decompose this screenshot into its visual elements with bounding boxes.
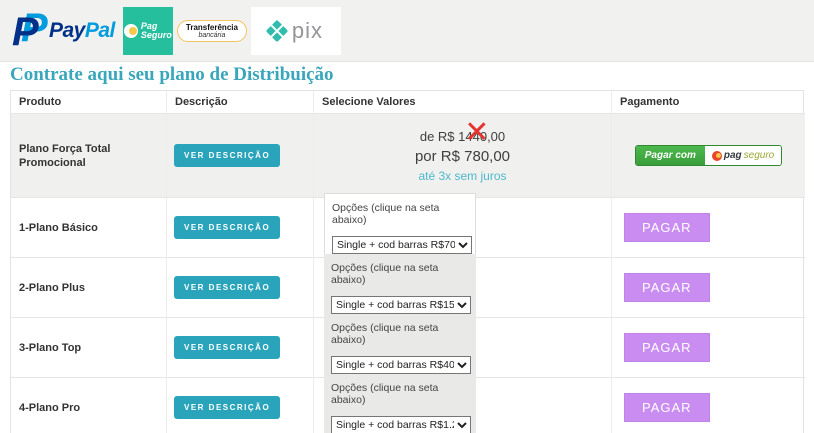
column-header-produto: Produto	[11, 91, 166, 113]
table-row-product: 3-Plano Top	[11, 317, 166, 377]
installments-note: até 3x sem juros	[418, 169, 506, 183]
options-label: Opções (clique na seta abaixo)	[331, 262, 469, 286]
table-row-payment: PAGAR	[611, 377, 805, 433]
table-row-options: Opções (clique na seta abaixo) Single + …	[313, 197, 611, 257]
pagseguro-wordmark: Pag Seguro	[141, 22, 172, 40]
bank-transfer-badge: Transferência bancária	[177, 20, 247, 42]
price-option-select[interactable]: Single + cod barras R$1.230,00	[331, 416, 471, 433]
product-name: 4-Plano Pro	[19, 401, 134, 415]
options-panel: Opções (clique na seta abaixo) Single + …	[324, 193, 476, 262]
pagar-button[interactable]: PAGAR	[624, 393, 710, 422]
column-header-selecione-valores: Selecione Valores	[313, 91, 611, 113]
product-name: Plano Força Total Promocional	[19, 142, 134, 170]
pagseguro-pay-button[interactable]: Pagar com pag seguro	[635, 145, 783, 166]
pagar-com-label: Pagar com	[636, 146, 705, 165]
product-name: 2-Plano Plus	[19, 281, 134, 295]
pagseguro-logo: Pag Seguro	[123, 7, 173, 55]
price-option-select[interactable]: Single + cod barras R$70,00	[332, 236, 472, 254]
pix-diamond-icon	[266, 19, 289, 42]
product-name: 1-Plano Básico	[19, 221, 134, 235]
table-row-options: Opções (clique na seta abaixo) Single + …	[313, 377, 611, 433]
table-row-payment: PAGAR	[611, 257, 805, 317]
options-label: Opções (clique na seta abaixo)	[332, 202, 468, 226]
table-row-promo-description: VER DESCRIÇÃO	[166, 113, 313, 197]
bank-transfer-title: Transferência	[186, 23, 238, 32]
payment-methods-bar: P P PayPal Pag Seguro Transferência banc…	[0, 0, 814, 62]
table-row-promo-product: Plano Força Total Promocional	[11, 113, 166, 197]
original-price: de R$ 1440,00 ✕	[420, 129, 505, 144]
table-row-options: Opções (clique na seta abaixo) Single + …	[313, 257, 611, 317]
pagar-button[interactable]: PAGAR	[624, 273, 710, 302]
table-row-payment: PAGAR	[611, 317, 805, 377]
price-option-select[interactable]: Single + cod barras R$400,00	[331, 356, 471, 374]
column-header-descricao: Descrição	[166, 91, 313, 113]
table-row-product: 2-Plano Plus	[11, 257, 166, 317]
options-panel: Opções (clique na seta abaixo) Single + …	[324, 314, 476, 381]
ver-descricao-button[interactable]: VER DESCRIÇÃO	[174, 216, 280, 239]
checkout-page: P P PayPal Pag Seguro Transferência banc…	[0, 0, 814, 433]
pix-wordmark: pix	[292, 20, 323, 42]
plans-table: Produto Descrição Selecione Valores Paga…	[10, 90, 804, 433]
options-label: Opções (clique na seta abaixo)	[331, 322, 469, 346]
promo-price: por R$ 780,00	[415, 148, 510, 165]
ver-descricao-button[interactable]: VER DESCRIÇÃO	[174, 396, 280, 419]
pagseguro-circle-icon	[124, 24, 138, 38]
paypal-wordmark: PayPal	[49, 19, 115, 43]
pix-logo: pix	[251, 7, 341, 55]
table-row-options: Opções (clique na seta abaixo) Single + …	[313, 317, 611, 377]
table-row-description: VER DESCRIÇÃO	[166, 377, 313, 433]
paypal-logo: P P PayPal	[12, 10, 115, 52]
table-row-product: 1-Plano Básico	[11, 197, 166, 257]
table-row-description: VER DESCRIÇÃO	[166, 197, 313, 257]
bank-transfer-subtitle: bancária	[186, 32, 238, 39]
ver-descricao-button[interactable]: VER DESCRIÇÃO	[174, 336, 280, 359]
options-label: Opções (clique na seta abaixo)	[331, 382, 469, 406]
table-row-description: VER DESCRIÇÃO	[166, 257, 313, 317]
ver-descricao-button[interactable]: VER DESCRIÇÃO	[174, 276, 280, 299]
pagseguro-circle-icon	[712, 151, 722, 161]
product-name: 3-Plano Top	[19, 341, 134, 355]
table-row-description: VER DESCRIÇÃO	[166, 317, 313, 377]
table-row-product: 4-Plano Pro	[11, 377, 166, 433]
pagseguro-button-brand: pag seguro	[705, 146, 781, 165]
pagar-button[interactable]: PAGAR	[624, 213, 710, 242]
table-row-payment: PAGAR	[611, 197, 805, 257]
price-option-select[interactable]: Single + cod barras R$150,00	[331, 296, 471, 314]
pagar-button[interactable]: PAGAR	[624, 333, 710, 362]
paypal-icon: P P	[12, 10, 46, 52]
page-title: Contrate aqui seu plano de Distribuição	[10, 64, 334, 86]
ver-descricao-button[interactable]: VER DESCRIÇÃO	[174, 144, 280, 167]
table-row-promo-prices: de R$ 1440,00 ✕ por R$ 780,00 até 3x sem…	[313, 113, 611, 197]
options-panel: Opções (clique na seta abaixo) Single + …	[324, 254, 476, 321]
column-header-pagamento: Pagamento	[611, 91, 805, 113]
options-panel: Opções (clique na seta abaixo) Single + …	[324, 374, 476, 433]
table-row-promo-payment: Pagar com pag seguro	[611, 113, 805, 197]
